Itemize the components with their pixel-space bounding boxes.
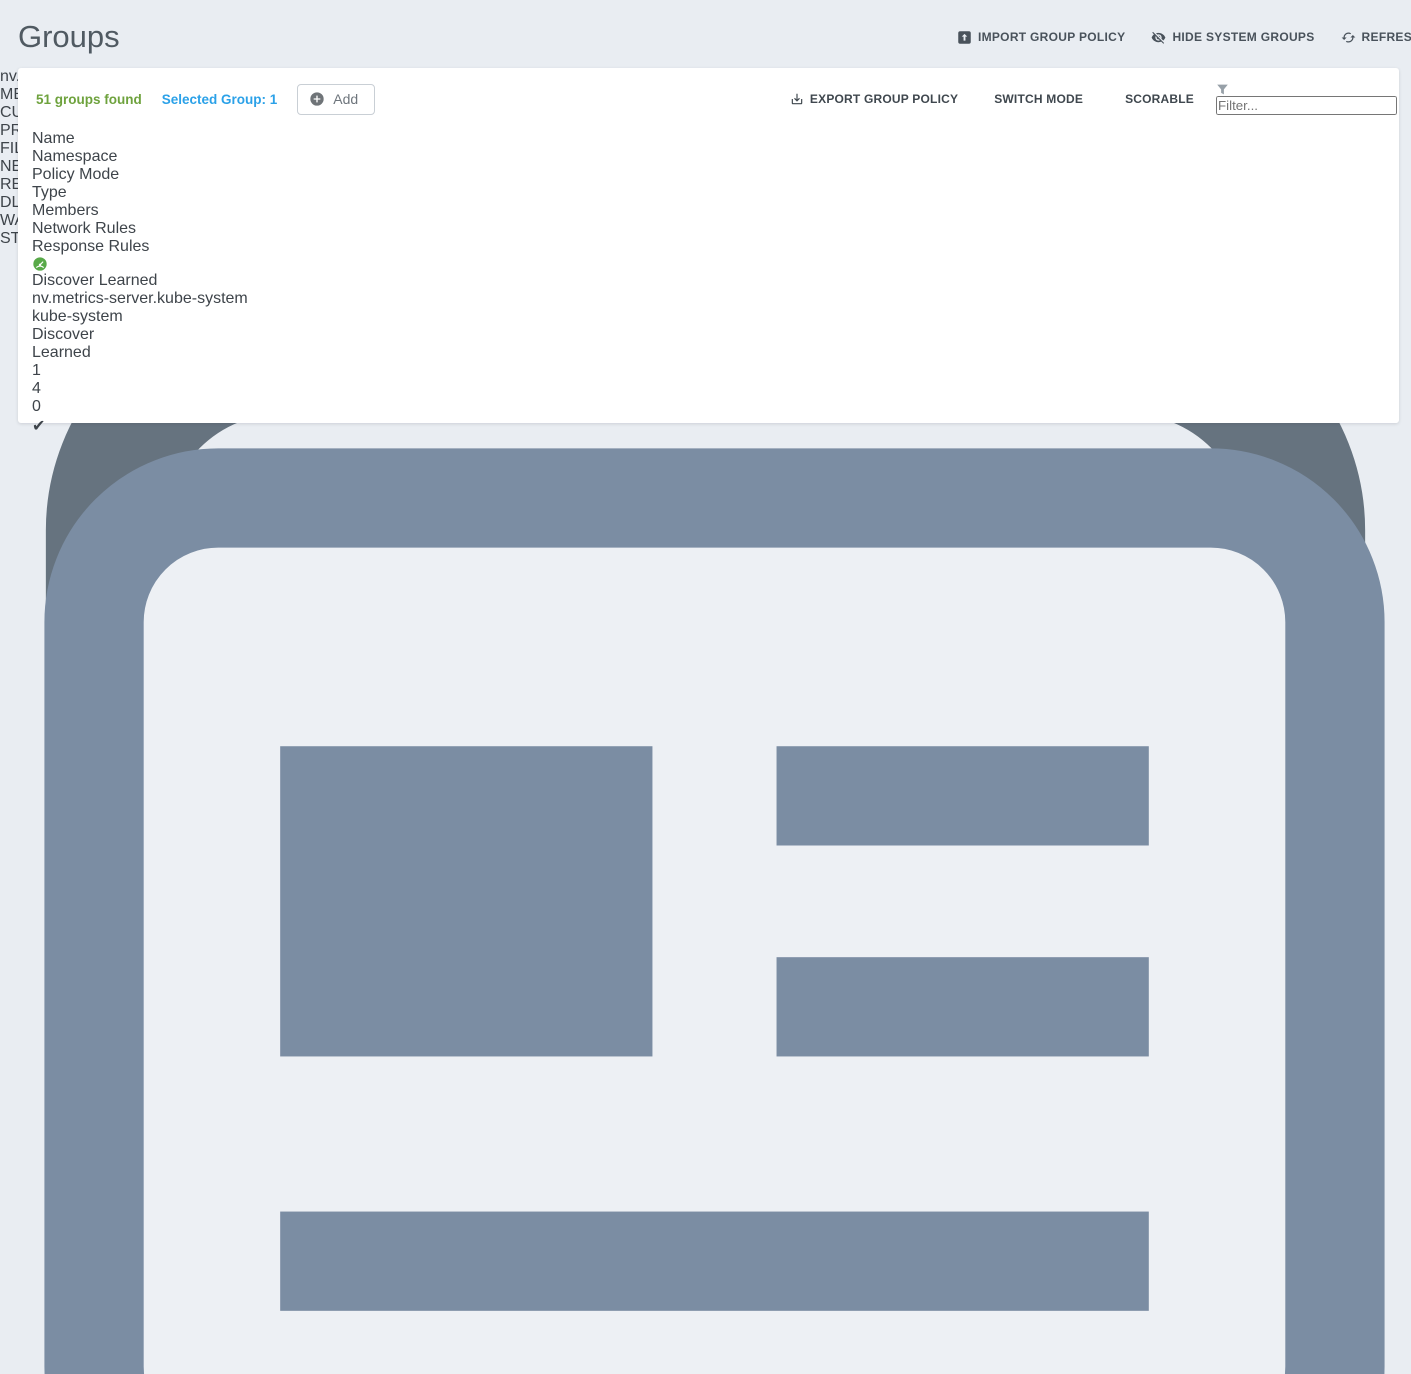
response-rules-count: 0 [32,398,1397,416]
export-icon [790,92,804,106]
groups-found-count: 51 groups found [36,92,142,107]
groups-filter-input[interactable] [1216,96,1397,115]
refresh-button[interactable]: REFRESH [1341,30,1411,45]
hide-system-groups-button[interactable]: HIDE SYSTEM GROUPS [1151,30,1314,45]
column-header-scorable [32,256,1397,272]
filter-funnel-icon [1216,83,1397,96]
column-header-name[interactable]: Name [32,130,1397,148]
type-badge: Learned [99,272,158,289]
import-icon [957,30,972,45]
scorable-toggle[interactable]: SCORABLE [1119,92,1194,106]
selected-group-count: Selected Group: 1 [162,92,278,107]
column-header-type[interactable]: Type [32,184,1397,202]
refresh-label: REFRESH [1362,30,1411,44]
group-details-icon[interactable] [32,436,1397,1374]
groups-table-header: Name Namespace Policy Mode Type Members … [32,130,1397,272]
column-header-network-rules[interactable]: Network Rules [32,220,1397,238]
table-row[interactable]: nv.metrics-server.kube-system kube-syste… [32,290,1397,1374]
hide-system-groups-label: HIDE SYSTEM GROUPS [1172,30,1314,44]
page-title: Groups [18,19,120,55]
add-group-button[interactable]: Add [297,84,375,115]
group-namespace: kube-system [32,308,1397,326]
export-group-policy-label: EXPORT GROUP POLICY [810,92,958,106]
header-actions: IMPORT GROUP POLICY HIDE SYSTEM GROUPS R… [957,30,1411,45]
policy-mode-button: Discover [32,272,94,289]
add-group-label: Add [333,91,358,107]
group-name: nv.metrics-server.kube-system [32,290,1397,308]
type-badge: Learned [32,344,91,361]
add-circle-icon [309,91,325,107]
groups-toolbar: 51 groups found Selected Group: 1 Add EX… [32,68,1397,130]
column-header-policy-mode[interactable]: Policy Mode [32,166,1397,184]
import-group-policy-button[interactable]: IMPORT GROUP POLICY [957,30,1126,45]
policy-mode-button[interactable]: Discover [32,326,94,343]
members-count: 1 [32,362,1397,380]
page-header: Groups IMPORT GROUP POLICY HIDE SYSTEM G… [0,0,1411,68]
import-label: IMPORT GROUP POLICY [978,30,1126,44]
network-rules-count: 4 [32,380,1397,398]
groups-filter [1216,83,1397,115]
export-group-policy-button[interactable]: EXPORT GROUP POLICY [790,92,972,106]
column-header-members[interactable]: Members [32,202,1397,220]
groups-card: 51 groups found Selected Group: 1 Add EX… [18,68,1399,423]
clipped-row: Discover Learned [32,272,1397,290]
eye-off-icon [1151,30,1166,45]
column-header-response-rules[interactable]: Response Rules [32,238,1397,256]
scorable-check-icon: ✔ [32,418,45,435]
switch-mode-label: SWITCH MODE [994,92,1083,106]
gauge-icon [32,256,1397,272]
column-header-namespace[interactable]: Namespace [32,148,1397,166]
switch-mode-button[interactable]: SWITCH MODE [994,92,1097,106]
scorable-label: SCORABLE [1125,92,1194,106]
refresh-icon [1341,30,1356,45]
